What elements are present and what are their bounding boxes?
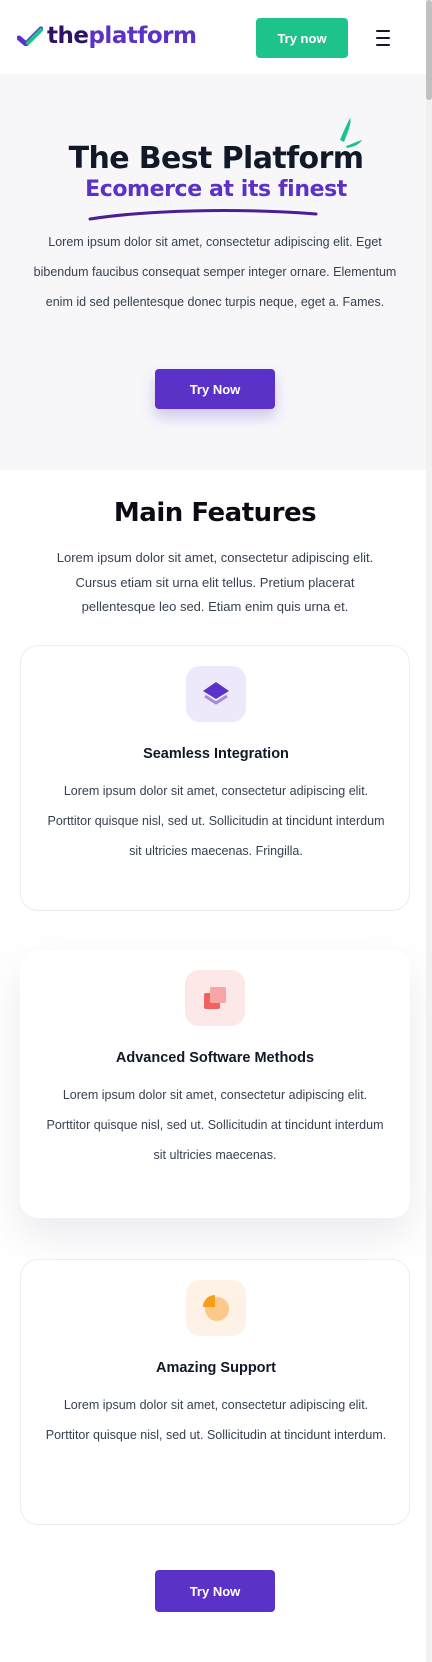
logo-the: the <box>47 23 89 49</box>
hamburger-menu-icon[interactable] <box>372 28 394 48</box>
underline-swoosh-icon <box>88 209 318 221</box>
logo-platform: platform <box>88 23 197 49</box>
feature-card-amazing-support: Amazing Support Lorem ipsum dolor sit am… <box>20 1259 410 1525</box>
features-description: Lorem ipsum dolor sit amet, consectetur … <box>56 550 374 614</box>
bottom-try-now-button[interactable]: Try Now <box>155 1570 275 1612</box>
header-try-now-button[interactable]: Try now <box>256 18 348 58</box>
features-title: Main Features <box>113 498 317 528</box>
site-header: theplatform Try now <box>0 0 426 74</box>
hero-subtitle: Ecomerce at its finest <box>85 177 347 202</box>
hero-section: The Best Platform Ecomerce at its finest… <box>0 74 426 470</box>
hero-title: The Best Platform <box>68 141 364 176</box>
logo-text: theplatform <box>47 23 197 49</box>
pie-chart-icon <box>186 1280 246 1336</box>
hero-description: Lorem ipsum dolor sit amet, consectetur … <box>33 235 397 309</box>
feature-card-description: Lorem ipsum dolor sit amet, consectetur … <box>46 1088 384 1162</box>
layers-icon <box>186 666 246 722</box>
feature-card-title: Seamless Integration <box>143 746 289 762</box>
scrollbar-track[interactable] <box>426 0 432 1662</box>
stacked-squares-icon <box>185 970 245 1026</box>
logo[interactable]: theplatform <box>17 20 197 52</box>
feature-card-advanced-software: Advanced Software Methods Lorem ipsum do… <box>20 950 410 1218</box>
feature-card-seamless-integration: Seamless Integration Lorem ipsum dolor s… <box>20 645 410 911</box>
scrollbar-thumb[interactable] <box>426 0 432 100</box>
feature-card-title: Advanced Software Methods <box>115 1050 315 1066</box>
feature-card-description: Lorem ipsum dolor sit amet, consectetur … <box>47 784 385 858</box>
hero-try-now-button[interactable]: Try Now <box>155 369 275 409</box>
feature-card-description: Lorem ipsum dolor sit amet, consectetur … <box>45 1398 387 1442</box>
logo-mark-icon <box>17 26 43 46</box>
feature-card-title: Amazing Support <box>155 1360 277 1376</box>
